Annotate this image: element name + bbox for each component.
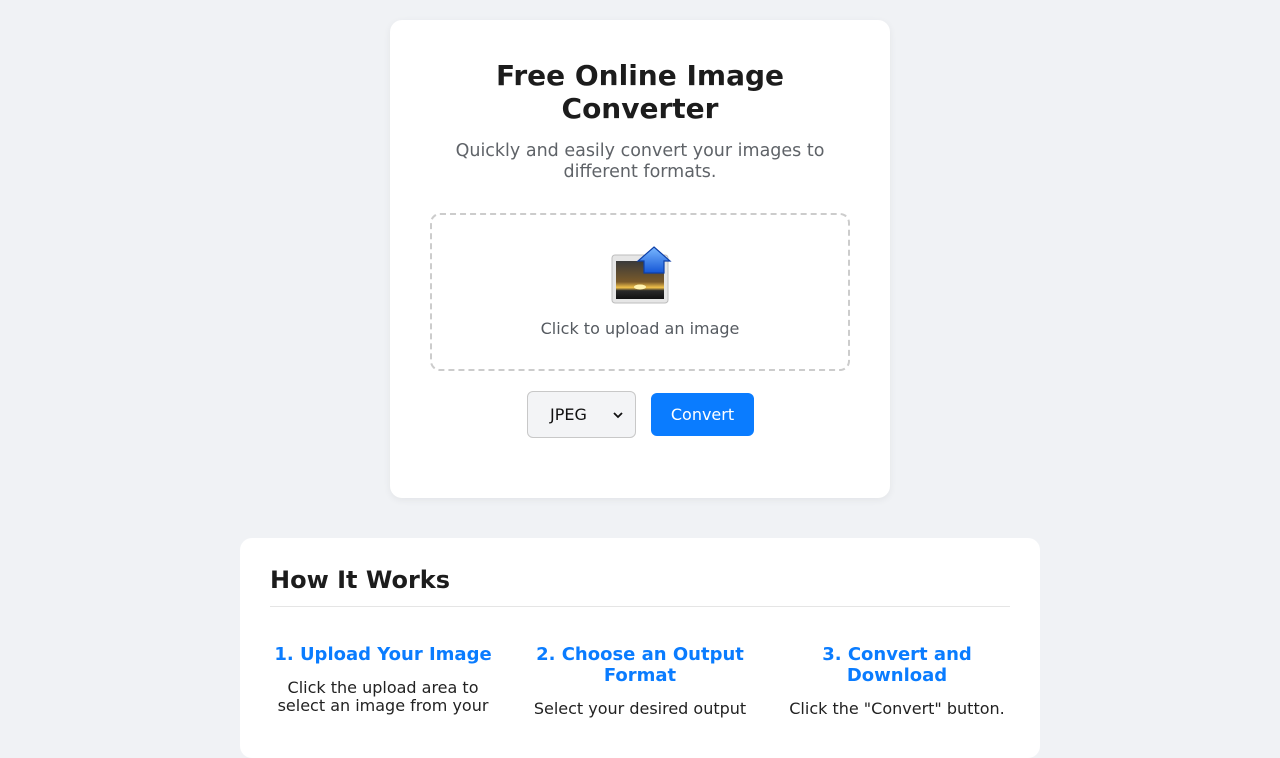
page-subtitle: Quickly and easily convert your images t… xyxy=(455,141,825,182)
step-title: 2. Choose an Output Format xyxy=(536,644,744,686)
step-format: 2. Choose an Output Format Select your d… xyxy=(525,644,755,718)
section-title: How It Works xyxy=(270,566,451,594)
step-text: Click the upload area to select an image… xyxy=(277,678,489,715)
chevron-down-icon xyxy=(613,411,623,418)
page-title: Free Online Image Converter xyxy=(496,59,784,125)
section-divider xyxy=(270,606,1010,607)
step-text: Select your desired output xyxy=(533,699,747,718)
upload-label: Click to upload an image xyxy=(540,319,740,338)
step-text: Click the "Convert" button. xyxy=(789,699,1005,718)
upload-dropzone[interactable]: Click to upload an image xyxy=(430,213,850,371)
convert-button[interactable]: Convert xyxy=(651,393,754,436)
step-title: 3. Convert and Download xyxy=(822,644,972,686)
image-upload-icon xyxy=(611,246,672,304)
step-title: 1. Upload Your Image xyxy=(274,644,492,665)
converter-card: Free Online Image Converter Quickly and … xyxy=(390,20,890,498)
format-select[interactable]: JPEG xyxy=(527,391,636,438)
step-convert: 3. Convert and Download Click the "Conve… xyxy=(782,644,1012,718)
format-select-value: JPEG xyxy=(550,405,587,424)
step-upload: 1. Upload Your Image Click the upload ar… xyxy=(268,644,498,715)
how-it-works-section: How It Works 1. Upload Your Image Click … xyxy=(240,538,1040,758)
